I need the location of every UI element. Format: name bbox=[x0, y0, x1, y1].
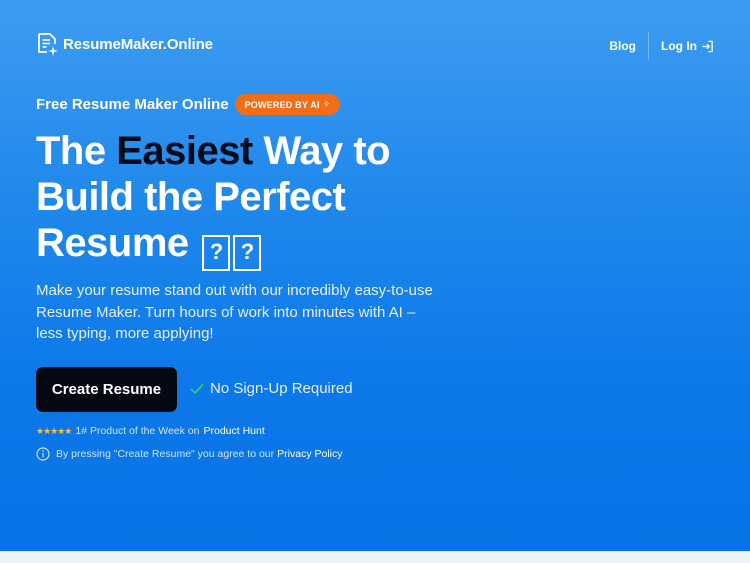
star-rating-icon: ★★★★★ bbox=[36, 425, 72, 436]
eyebrow-text: Free Resume Maker Online bbox=[36, 96, 229, 113]
login-label: Log In bbox=[661, 39, 697, 53]
hero-section: ResumeMaker.Online Blog Log In Free Resu… bbox=[0, 0, 750, 551]
terms-note: By pressing "Create Resume" you agree to… bbox=[36, 447, 343, 461]
headline-part1: The bbox=[36, 129, 117, 173]
blog-link[interactable]: Blog bbox=[609, 39, 636, 53]
product-hunt-rating: ★★★★★ 1# Product of the Week on Product … bbox=[36, 425, 265, 437]
no-signup-note: No Sign-Up Required bbox=[190, 380, 353, 397]
create-resume-button[interactable]: Create Resume bbox=[36, 367, 177, 412]
hero-headline: The Easiest Way to Build the Perfect Res… bbox=[36, 128, 476, 271]
brand-logo[interactable]: ResumeMaker.Online bbox=[36, 32, 213, 56]
eyebrow: Free Resume Maker Online POWERED BY AI ✧ bbox=[36, 94, 341, 115]
login-link[interactable]: Log In bbox=[661, 39, 714, 53]
terms-text: By pressing "Create Resume" you agree to… bbox=[56, 448, 275, 460]
missing-emoji-glyph: ? bbox=[202, 235, 231, 271]
badge-label: POWERED BY AI bbox=[244, 99, 320, 110]
product-hunt-link[interactable]: Product Hunt bbox=[203, 425, 264, 437]
privacy-policy-link[interactable]: Privacy Policy bbox=[277, 448, 342, 460]
login-arrow-icon bbox=[702, 40, 713, 52]
headline-highlight: Easiest bbox=[116, 129, 253, 173]
next-section-edge bbox=[0, 551, 750, 563]
missing-emoji-glyph: ? bbox=[233, 235, 262, 271]
brand-name: ResumeMaker.Online bbox=[63, 35, 213, 53]
resume-doc-icon bbox=[38, 33, 58, 56]
sparkle-icon: ✧ bbox=[322, 99, 331, 109]
nav-divider bbox=[648, 32, 649, 60]
check-icon bbox=[190, 383, 204, 394]
info-icon bbox=[36, 447, 50, 461]
no-signup-text: No Sign-Up Required bbox=[210, 380, 353, 397]
hero-subtext: Make your resume stand out with our incr… bbox=[36, 282, 433, 342]
top-nav: Blog Log In bbox=[609, 32, 714, 60]
powered-by-ai-badge: POWERED BY AI ✧ bbox=[234, 94, 341, 115]
rating-text: 1# Product of the Week on bbox=[75, 425, 200, 437]
